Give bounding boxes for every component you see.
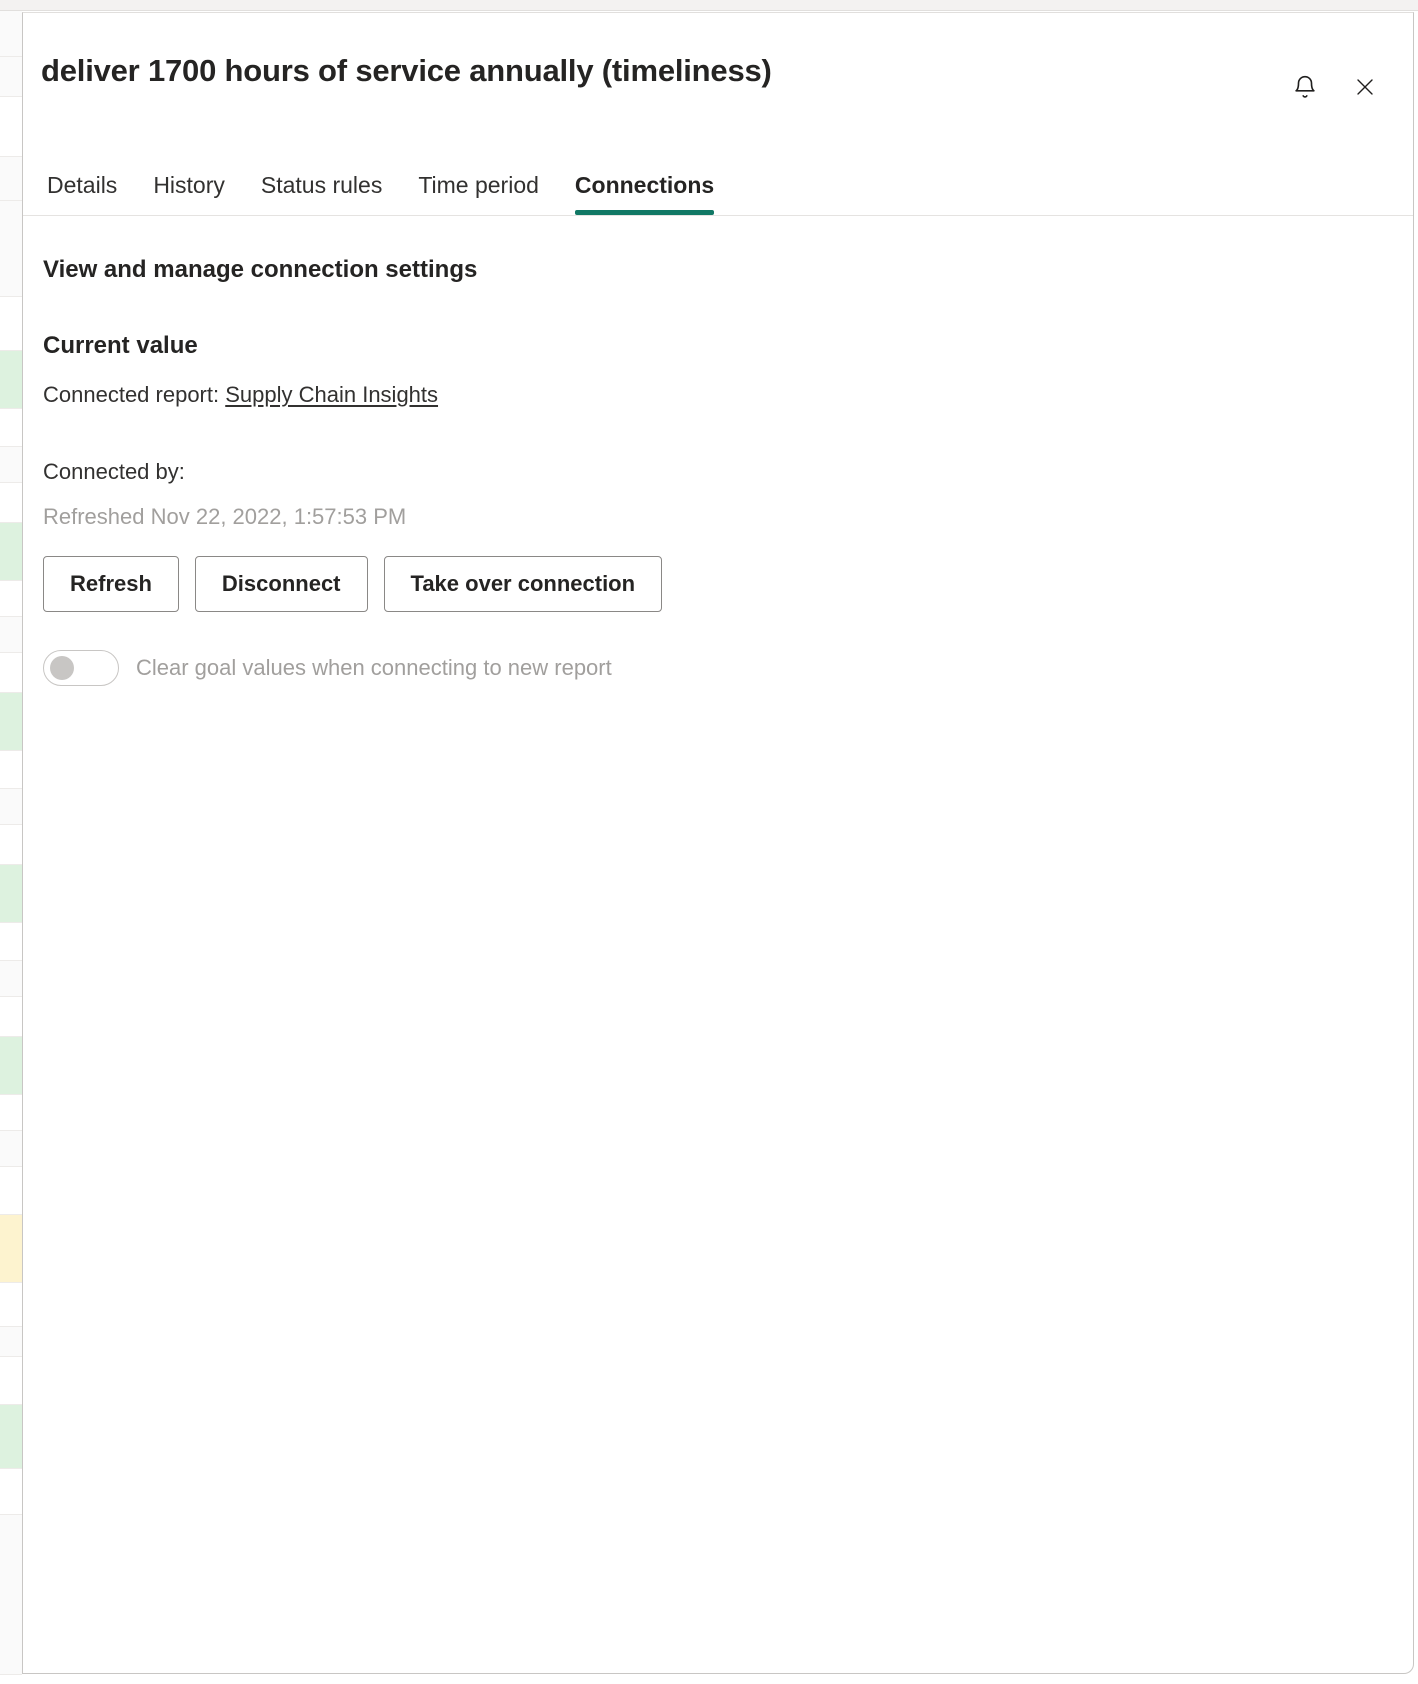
tab-details[interactable]: Details [41,174,135,215]
connected-report-row: Connected report: Supply Chain Insights [43,380,1395,411]
background-list-row [0,997,22,1037]
background-list-row [0,1405,22,1469]
background-list-row [0,1037,22,1095]
header-actions [1283,65,1387,109]
refresh-button[interactable]: Refresh [43,556,179,613]
background-list-row [0,351,22,409]
background-list-row [0,201,22,297]
background-list-row [0,447,22,483]
background-list-row [0,617,22,653]
background-list-row [0,1095,22,1131]
disconnect-button[interactable]: Disconnect [194,556,368,613]
connected-by-label: Connected by: [43,458,185,484]
clear-goal-values-label: Clear goal values when connecting to new… [136,655,612,681]
background-list-row [0,825,22,865]
background-list-row [0,11,22,57]
background-list-row [0,1327,22,1357]
notifications-icon [1292,74,1318,100]
background-list-row [0,1469,22,1515]
panel-header: deliver 1700 hours of service annually (… [23,13,1413,216]
background-list-row [0,865,22,923]
background-list-row [0,483,22,523]
tab-status-rules[interactable]: Status rules [243,174,400,215]
background-list-row [0,409,22,447]
background-list-row [0,297,22,351]
background-list-row [0,1215,22,1283]
background-list-row [0,789,22,825]
background-list-row [0,1167,22,1215]
panel-body: View and manage connection settings Curr… [23,216,1413,687]
clear-goal-values-row: Clear goal values when connecting to new… [43,650,1395,687]
refreshed-timestamp: Refreshed Nov 22, 2022, 1:57:53 PM [43,503,407,529]
close-button[interactable] [1343,65,1387,109]
toggle-knob [50,656,74,681]
background-list-row [0,57,22,97]
background-top-bar [0,0,1418,11]
page-title: deliver 1700 hours of service annually (… [41,53,772,88]
action-buttons: Refresh Disconnect Take over connection [43,556,1395,613]
background-list-row [0,961,22,997]
background-scorecard-list [0,11,22,1684]
take-over-connection-button[interactable]: Take over connection [383,556,663,613]
connected-by-row: Connected by: [43,457,1395,488]
tab-history[interactable]: History [135,174,243,215]
tab-connections[interactable]: Connections [557,174,732,215]
background-list-row [0,97,22,157]
close-icon [1353,75,1377,99]
background-list-row [0,581,22,617]
section-heading: View and manage connection settings [43,256,478,283]
connected-report-label: Connected report: [43,382,220,407]
background-list-row [0,523,22,581]
goal-details-panel: deliver 1700 hours of service annually (… [22,12,1414,1674]
current-value-heading: Current value [43,332,198,359]
background-list-row [0,1357,22,1405]
background-list-row [0,693,22,751]
connected-report-link[interactable]: Supply Chain Insights [225,382,438,407]
tabstrip: Details History Status rules Time period… [41,174,732,215]
background-list-row [0,1283,22,1327]
background-list-row [0,1131,22,1167]
background-list-row [0,157,22,201]
notifications-button[interactable] [1283,65,1327,109]
background-list-row [0,653,22,693]
tab-time-period[interactable]: Time period [400,174,557,215]
clear-goal-values-toggle[interactable] [43,650,119,687]
background-list-row [0,923,22,961]
background-list-row [0,751,22,789]
background-list-row [0,1515,22,1675]
